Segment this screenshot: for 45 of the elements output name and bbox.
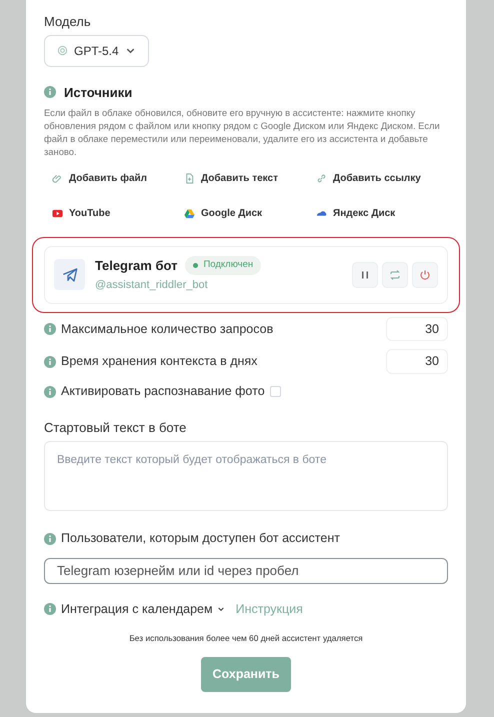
info-icon [44, 386, 56, 398]
number-field[interactable]: 30 [386, 349, 448, 374]
link-icon [316, 172, 327, 184]
bot-handle: @assistant_riddler_bot [95, 278, 209, 294]
triangle-icon [184, 208, 195, 219]
source-button[interactable]: Яндекс Диск [316, 200, 448, 227]
description-text: Если файл в облаке обновился, обновите его вручную в ассистенте: нажмите кнопку обновления рядом с файлом или кнопку рядом с Google Диском или Яндекс Диском. Если файл в облаке переместили или переименовали, удалите его из ассистента и добавьте заново. [44, 106, 441, 159]
document-plus-icon [184, 172, 195, 184]
field-label: Стартовый текст в боте [44, 418, 188, 437]
refresh-button[interactable] [382, 262, 408, 288]
source-button[interactable]: Google Диск [184, 200, 316, 227]
refresh-icon [389, 268, 401, 281]
model-select[interactable]: GPT-5.4 [44, 34, 149, 66]
info-icon [44, 86, 56, 98]
source-button[interactable]: Добавить текст [184, 164, 316, 192]
pause-icon [359, 268, 371, 281]
info-icon [44, 603, 56, 615]
section-title: Источники [64, 84, 132, 102]
info-icon [44, 532, 56, 545]
info-icon [44, 323, 56, 335]
note-text: Без использования более чем 60 дней ассистент удаляется [128, 632, 364, 645]
source-button[interactable]: Добавить файл [52, 164, 184, 192]
users-field[interactable]: Telegram юзернейм или id через пробел [44, 558, 448, 584]
number-field[interactable]: 30 [386, 316, 448, 342]
setting-label: Пользователи, которым доступен бот ассистент [61, 530, 340, 548]
calendar-toggle[interactable]: Интеграция с календарем [61, 600, 225, 618]
source-button[interactable]: Добавить ссылку [316, 164, 448, 192]
status-badge: Подключен [185, 256, 262, 274]
power-button[interactable] [412, 262, 438, 288]
source-button[interactable]: YouTube [52, 200, 184, 227]
info-icon [44, 356, 56, 368]
chevron-icon [216, 605, 225, 613]
play-icon [52, 208, 63, 219]
text-area[interactable]: Введите текст который будет отображаться в боте [44, 441, 448, 512]
flower-icon [57, 45, 68, 56]
paper-plane-icon [62, 266, 78, 283]
power-icon [419, 268, 431, 281]
setting-label: Максимальное количество запросов [61, 320, 274, 338]
field-label: Модель [44, 13, 92, 31]
paperclip-icon [52, 172, 63, 184]
setting-label: Время хранения контекста в днях [61, 353, 258, 370]
setting-label: Активировать распознавание фото [61, 383, 265, 400]
bot-title: Telegram бот [95, 256, 178, 275]
checkbox[interactable] [270, 386, 281, 397]
pause-button[interactable] [352, 262, 378, 288]
